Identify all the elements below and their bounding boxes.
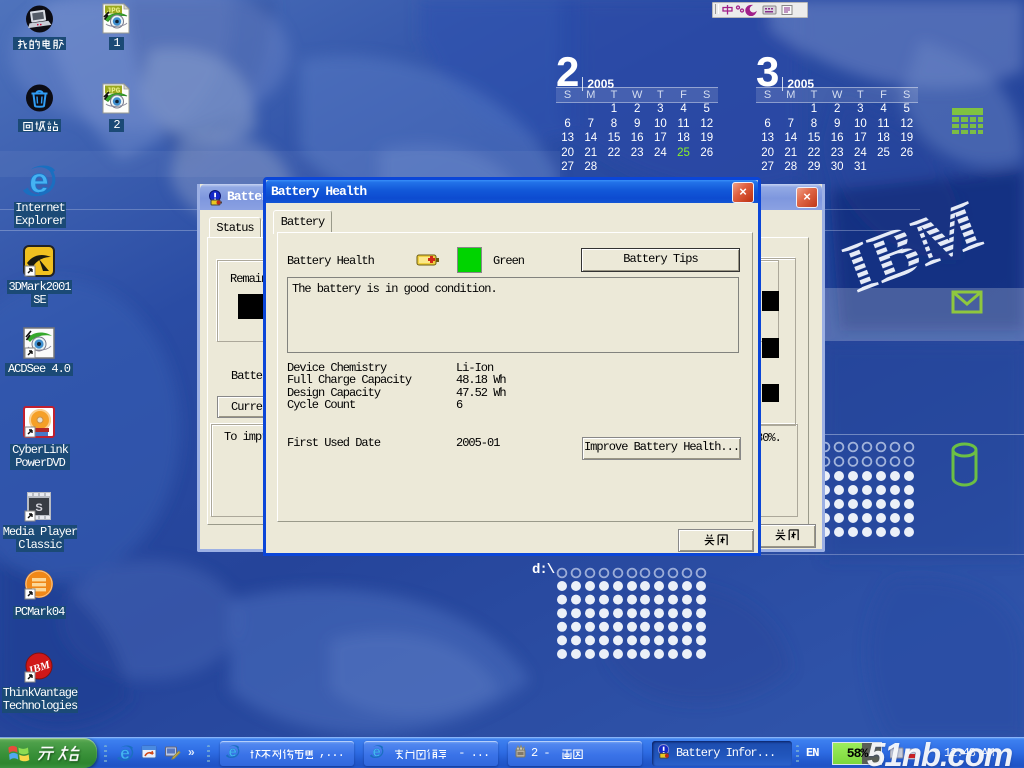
svg-text:S: S xyxy=(35,502,42,514)
